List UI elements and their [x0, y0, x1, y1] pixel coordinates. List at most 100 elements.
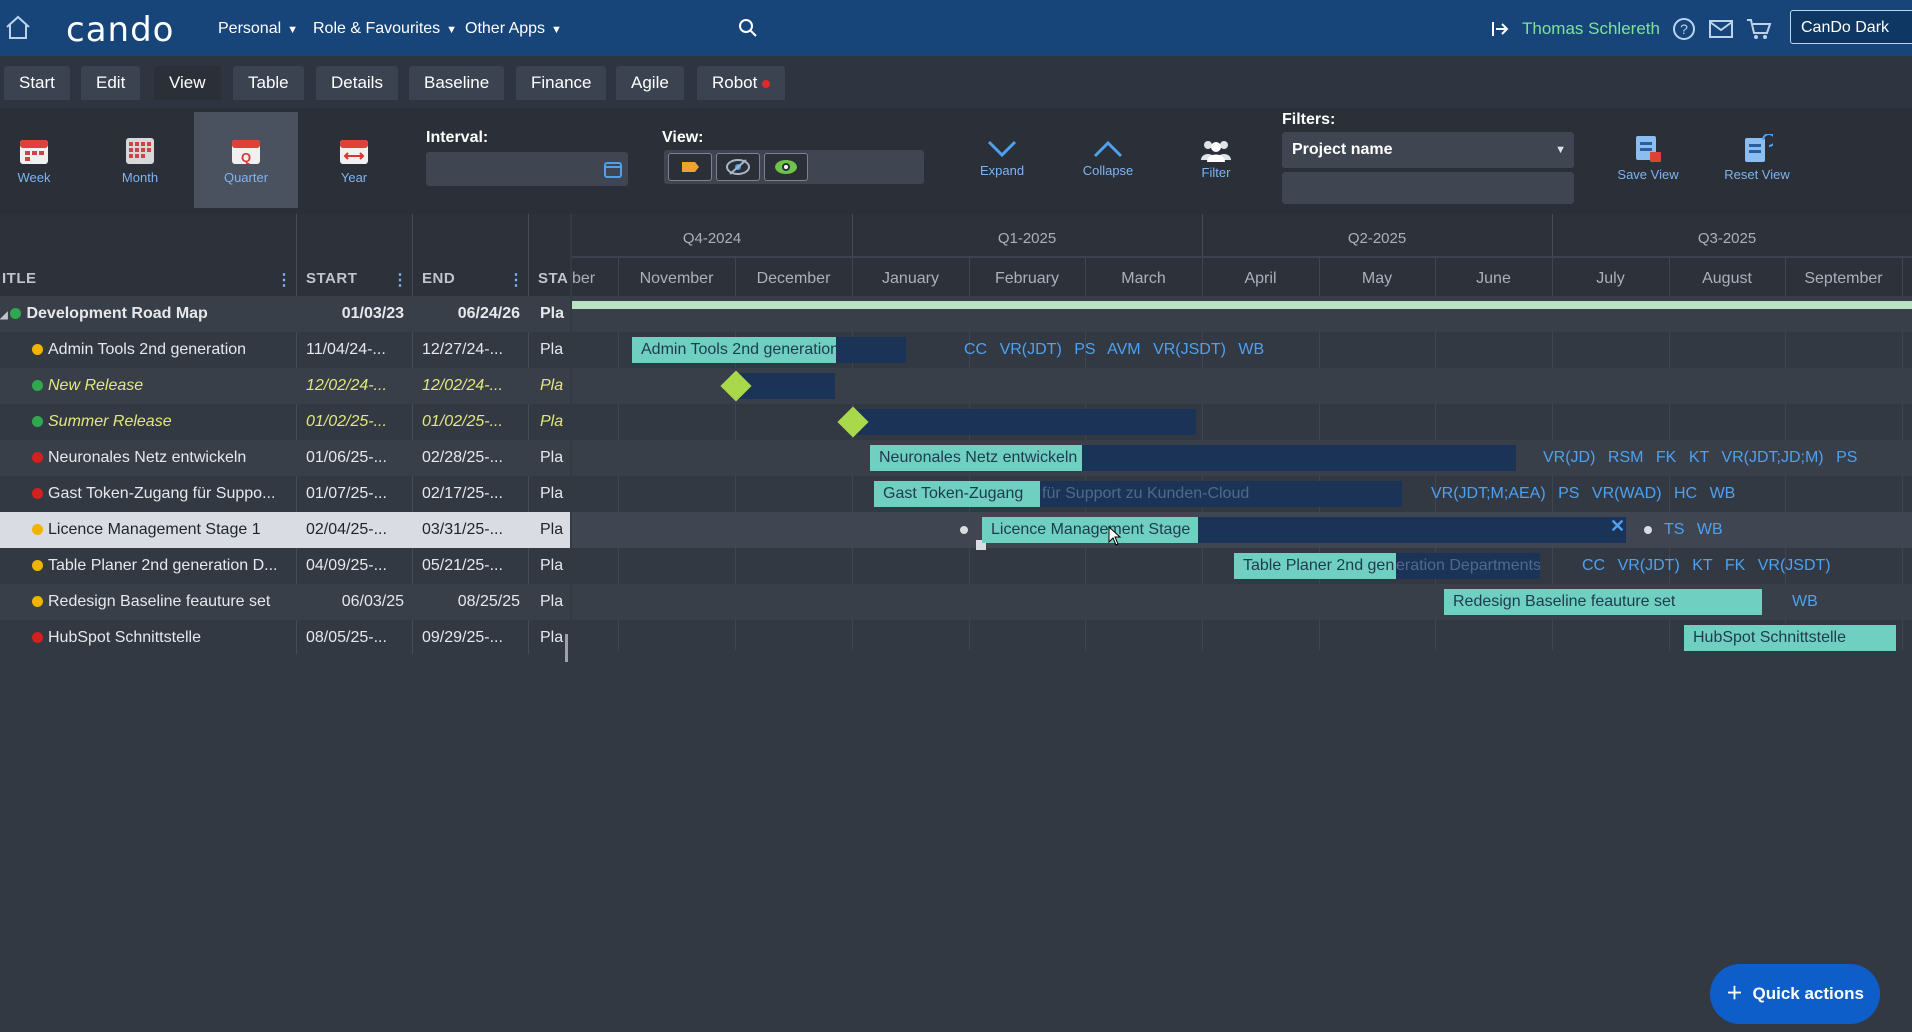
filter-project-name-select[interactable]: Project name ▼: [1282, 132, 1574, 168]
logout-icon[interactable]: [1490, 19, 1510, 39]
resource-label[interactable]: VR(JSDT): [1153, 341, 1226, 358]
resource-label[interactable]: WB: [1697, 521, 1723, 538]
resource-label[interactable]: CC: [964, 341, 987, 358]
tab-start[interactable]: Start: [4, 66, 70, 100]
table-row[interactable]: Table Planer 2nd generation D... 04/09/2…: [0, 548, 570, 584]
resource-label[interactable]: KT: [1692, 557, 1712, 574]
table-row[interactable]: Summer Release 01/02/25-... 01/02/25-...…: [0, 404, 570, 440]
month-button[interactable]: Month: [88, 112, 192, 208]
resource-label[interactable]: VR(WAD): [1592, 485, 1662, 502]
view-mode-3-button[interactable]: [764, 153, 808, 181]
dependency-handle-end[interactable]: [1644, 526, 1652, 534]
menu-other-apps[interactable]: Other Apps ▼: [465, 20, 562, 38]
reset-view-button[interactable]: Reset View: [1712, 133, 1802, 182]
column-start-header[interactable]: START: [306, 270, 357, 287]
resource-label[interactable]: FK: [1725, 557, 1745, 574]
gantt-row: [572, 296, 1912, 332]
collapse-toggle-icon[interactable]: ◢: [0, 310, 10, 321]
search-icon[interactable]: [738, 18, 758, 38]
column-menu-icon[interactable]: ⋮: [508, 270, 524, 289]
tab-agile[interactable]: Agile: [616, 66, 684, 100]
tab-baseline[interactable]: Baseline: [409, 66, 505, 100]
task-bar[interactable]: Neuronales Netz entwickeln: [870, 445, 1082, 471]
collapse-button[interactable]: Collapse: [1063, 138, 1153, 178]
resource-label[interactable]: PS: [1558, 485, 1579, 502]
table-row[interactable]: Admin Tools 2nd generation 11/04/24-... …: [0, 332, 570, 368]
task-bar[interactable]: Licence Management Stage: [982, 517, 1198, 543]
resource-label[interactable]: AVM: [1107, 341, 1140, 358]
task-bar[interactable]: Gast Token-Zugang: [874, 481, 1040, 507]
home-icon[interactable]: [4, 14, 32, 40]
interval-input[interactable]: [426, 152, 628, 186]
summary-bar[interactable]: [572, 301, 1912, 309]
resource-label[interactable]: VR(JDT): [1000, 341, 1062, 358]
menu-personal[interactable]: Personal ▼: [218, 20, 298, 38]
milestone-span[interactable]: [852, 409, 1196, 435]
table-row[interactable]: Gast Token-Zugang für Suppo... 01/07/25-…: [0, 476, 570, 512]
week-button[interactable]: Week: [0, 112, 86, 208]
resource-label[interactable]: KT: [1689, 449, 1709, 466]
resource-label[interactable]: VR(JD): [1543, 449, 1595, 466]
column-menu-icon[interactable]: ⋮: [276, 270, 292, 289]
mail-icon[interactable]: [1708, 18, 1734, 40]
resource-label[interactable]: WB: [1238, 341, 1264, 358]
resource-label[interactable]: WB: [1710, 485, 1736, 502]
view-label: View:: [662, 129, 704, 146]
table-row[interactable]: New Release 12/02/24-... 12/02/24-... Pl…: [0, 368, 570, 404]
view-mode-2-button[interactable]: [716, 153, 760, 181]
calendar-picker-icon[interactable]: [604, 160, 622, 178]
task-bar[interactable]: HubSpot Schnittstelle: [1684, 625, 1896, 651]
dependency-handle-start[interactable]: [960, 526, 968, 534]
resource-label[interactable]: VR(JSDT): [1758, 557, 1831, 574]
resource-label[interactable]: PS: [1836, 449, 1857, 466]
grid-scrollbar[interactable]: [565, 634, 568, 662]
theme-selector[interactable]: CanDo Dark: [1790, 10, 1912, 44]
tab-view[interactable]: View: [154, 66, 221, 100]
task-bar[interactable]: Table Planer 2nd gen: [1234, 553, 1396, 579]
resource-label[interactable]: PS: [1074, 341, 1095, 358]
column-end-header[interactable]: END: [422, 270, 455, 287]
resource-label[interactable]: RSM: [1608, 449, 1644, 466]
resource-label[interactable]: TS: [1664, 521, 1684, 538]
table-row[interactable]: Neuronales Netz entwickeln 01/06/25-... …: [0, 440, 570, 476]
view-mode-1-button[interactable]: [668, 153, 712, 181]
task-bar[interactable]: Admin Tools 2nd generation: [632, 337, 836, 363]
filter-button[interactable]: Filter: [1171, 138, 1261, 180]
quick-actions-button[interactable]: ＋ Quick actions: [1710, 964, 1880, 1024]
tab-finance[interactable]: Finance: [516, 66, 607, 100]
tab-details[interactable]: Details: [316, 66, 398, 100]
tab-edit[interactable]: Edit: [81, 66, 141, 100]
resource-label[interactable]: VR(JDT;JD;M): [1721, 449, 1823, 466]
tab-table[interactable]: Table: [233, 66, 304, 100]
filter-value-input[interactable]: [1282, 172, 1574, 204]
user-name[interactable]: Thomas Schlereth: [1522, 19, 1660, 39]
resource-labels: TS WB: [1664, 517, 1723, 543]
table-row[interactable]: Redesign Baseline feauture set 06/03/25 …: [0, 584, 570, 620]
cando-logo[interactable]: cando: [66, 10, 174, 50]
task-bar[interactable]: Redesign Baseline feauture set: [1444, 589, 1762, 615]
table-row[interactable]: ◢ Development Road Map 01/03/23 06/24/26…: [0, 296, 570, 332]
table-row[interactable]: HubSpot Schnittstelle 08/05/25-... 09/29…: [0, 620, 570, 656]
resource-label[interactable]: CC: [1582, 557, 1605, 574]
resource-label[interactable]: WB: [1792, 593, 1818, 610]
table-row-selected[interactable]: Licence Management Stage 1 02/04/25-... …: [0, 512, 570, 548]
help-icon[interactable]: ?: [1672, 17, 1696, 41]
quarter-button[interactable]: Q Quarter: [194, 112, 298, 208]
resource-label[interactable]: FK: [1656, 449, 1676, 466]
column-title-header[interactable]: ITLE: [2, 270, 37, 287]
tab-robot[interactable]: Robot: [697, 66, 786, 100]
year-button[interactable]: Year: [302, 112, 406, 208]
resource-label[interactable]: VR(JDT): [1618, 557, 1680, 574]
status-dot: [32, 380, 43, 391]
task-title: Table Planer 2nd generation D...: [48, 557, 278, 574]
close-icon[interactable]: ✕: [1610, 516, 1625, 537]
save-view-button[interactable]: Save View: [1603, 134, 1693, 182]
resource-labels: VR(JDT;M;AEA) PS VR(WAD) HC WB: [1431, 481, 1735, 507]
resource-label[interactable]: VR(JDT;M;AEA): [1431, 485, 1546, 502]
column-status-header[interactable]: STA: [538, 270, 568, 287]
column-menu-icon[interactable]: ⋮: [392, 270, 408, 289]
menu-role-favourites[interactable]: Role & Favourites ▼: [313, 20, 457, 38]
cart-icon[interactable]: [1746, 17, 1772, 41]
expand-button[interactable]: Expand: [957, 138, 1047, 178]
resource-label[interactable]: HC: [1674, 485, 1697, 502]
